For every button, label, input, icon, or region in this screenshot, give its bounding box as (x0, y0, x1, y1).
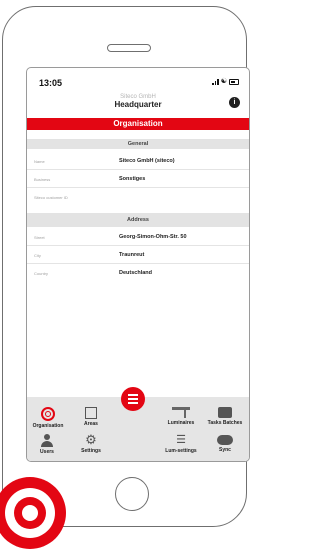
field-value: Sonstiges (119, 176, 146, 182)
menu-fab-button[interactable] (121, 387, 145, 411)
field-value: Deutschland (119, 270, 153, 276)
organisation-icon (41, 407, 55, 421)
user-icon (41, 434, 53, 447)
nav-label: Users (40, 449, 54, 455)
nav-label: Lum-settings (165, 448, 197, 454)
field-label: Street (34, 235, 45, 240)
signal-icon (212, 79, 219, 85)
nav-label: Organisation (32, 423, 64, 429)
nav-item-organisation[interactable]: Organisation (31, 407, 65, 429)
field-label: Country (34, 271, 49, 276)
nav-item-areas[interactable]: Areas (79, 407, 103, 427)
field-row-street: Street Georg-Simon-Ohm-Str. 50 (27, 230, 249, 246)
areas-icon (85, 407, 97, 419)
status-bar: 13:05 ☯ (27, 68, 249, 92)
list-settings-icon: ☰ (176, 434, 186, 446)
nav-item-lum-settings[interactable]: ☰ Lum-settings (164, 434, 198, 454)
nav-label: Luminaires (167, 420, 195, 426)
field-value: Traunreut (119, 252, 145, 258)
field-row-country: Country Deutschland (27, 266, 249, 281)
status-time: 13:05 (39, 78, 63, 88)
home-button[interactable] (115, 477, 149, 511)
status-icons: ☯ (212, 78, 239, 85)
speaker-slot (107, 44, 151, 52)
field-value: Siteco GmbH (siteco) (119, 158, 175, 164)
battery-icon (229, 79, 239, 85)
field-label: City (34, 253, 41, 258)
gear-icon: ⚙ (85, 432, 97, 447)
field-value: Georg-Simon-Ohm-Str. 50 (119, 234, 187, 240)
section-address-header: Address (27, 213, 249, 227)
wifi-icon: ☯ (220, 78, 227, 85)
nav-item-settings[interactable]: ⚙ Settings (77, 432, 105, 454)
app-screen: 13:05 ☯ Siteco GmbH Headquarter i Organi… (26, 67, 250, 462)
location-name: Headquarter (114, 100, 162, 109)
nav-label: Areas (84, 421, 98, 427)
field-row-name: Name Siteco GmbH (siteco) (27, 154, 249, 170)
nav-label: Tasks Batches (207, 420, 243, 426)
app-header: Siteco GmbH Headquarter i (27, 92, 249, 116)
section-general-header: General (27, 139, 249, 149)
nav-item-users[interactable]: Users (35, 434, 59, 455)
info-icon[interactable]: i (229, 97, 240, 108)
cloud-sync-icon (217, 435, 233, 445)
field-row-customer-id: Siteco customer ID (27, 190, 249, 205)
field-row-city: City Traunreut (27, 248, 249, 264)
nav-label: Settings (81, 448, 101, 454)
field-label: Siteco customer ID (34, 195, 68, 200)
phone-frame: 13:05 ☯ Siteco GmbH Headquarter i Organi… (2, 6, 250, 527)
briefcase-icon (218, 407, 232, 418)
nav-item-sync[interactable]: Sync (213, 435, 237, 453)
nav-label: Sync (219, 447, 231, 453)
brand-logo-icon (0, 477, 66, 549)
page-title: Organisation (27, 118, 249, 130)
field-label: Business (34, 177, 51, 182)
nav-item-luminaires[interactable]: Luminaires (166, 407, 196, 426)
luminaire-icon (172, 407, 190, 418)
field-row-business: Business Sonstiges (27, 172, 249, 188)
nav-item-tasks-batches[interactable]: Tasks Batches (205, 407, 245, 426)
field-label: Name (34, 159, 45, 164)
